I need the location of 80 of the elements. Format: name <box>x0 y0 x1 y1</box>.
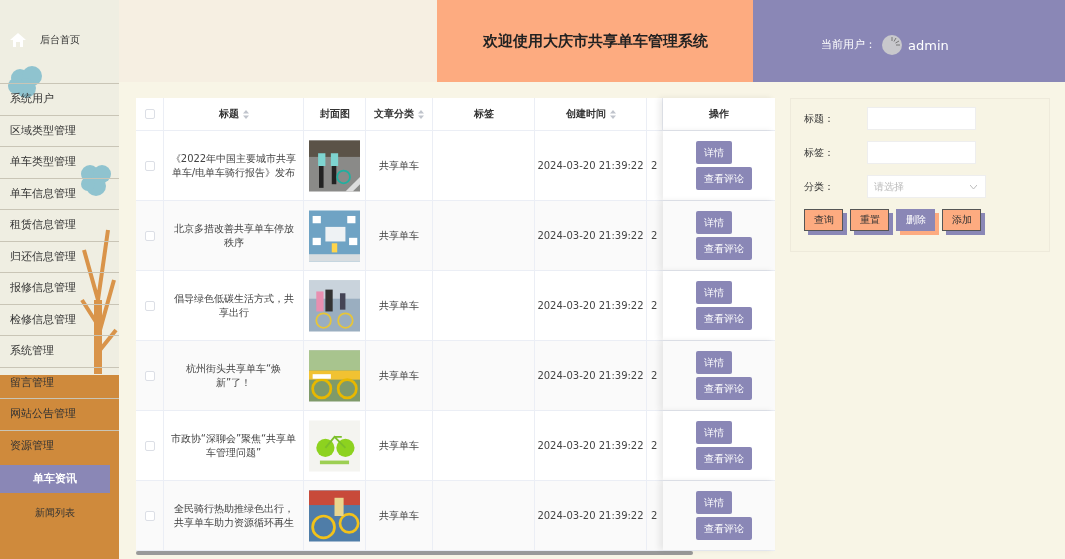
menu-item[interactable]: 归还信息管理 <box>0 240 119 272</box>
table-cell: 共享单车 <box>379 438 419 453</box>
menu-item[interactable]: 网站公告管理 <box>0 398 119 430</box>
menu-item[interactable]: 单车信息管理 <box>0 177 119 209</box>
field-label: 分类： <box>804 179 835 194</box>
input-field[interactable] <box>867 141 976 164</box>
detail-button[interactable]: 详情 <box>696 351 732 374</box>
column-header: 标签 <box>473 107 494 121</box>
column-header: 创建时间 <box>565 107 606 121</box>
menu-item[interactable]: 区域类型管理 <box>0 114 119 146</box>
cloud-drawing <box>81 165 111 196</box>
comments-button[interactable]: 查看评论 <box>696 377 752 400</box>
table-cell: 共享单车 <box>379 158 419 173</box>
checkbox[interactable] <box>144 300 155 311</box>
table-cell: 共享单车 <box>379 298 419 313</box>
menu-item[interactable]: 单车类型管理 <box>0 146 119 178</box>
comments-button[interactable]: 查看评论 <box>696 447 752 470</box>
menu-item[interactable]: 报修信息管理 <box>0 272 119 304</box>
user-label: 当前用户： <box>821 38 876 52</box>
table-cell: 《2022年中国主要城市共享单车/电单车骑行报告》发布 <box>169 151 298 180</box>
input-field[interactable] <box>867 107 976 130</box>
column-header: 封面图 <box>319 107 350 121</box>
menu-section[interactable]: 单车资讯 <box>0 465 110 493</box>
menu-item[interactable]: 系统管理 <box>0 335 119 367</box>
table-cell: 共享单车 <box>379 368 419 383</box>
avatar-icon <box>882 35 902 55</box>
menu-item[interactable]: 检修信息管理 <box>0 303 119 335</box>
menu-item[interactable]: 系统用户 <box>0 83 119 115</box>
checkbox[interactable] <box>144 109 155 119</box>
table-cell: 共享单车 <box>379 508 419 523</box>
table-cell: 2 <box>651 160 658 171</box>
table-cell: 2 <box>651 510 658 521</box>
chevron-icon <box>970 184 977 189</box>
table-cell: 2 <box>651 230 658 241</box>
table-cell: 2024-03-20 21:39:22 <box>537 510 644 521</box>
checkbox[interactable] <box>144 160 155 171</box>
table-cell: 2024-03-20 21:39:22 <box>537 160 644 171</box>
detail-button[interactable]: 详情 <box>696 141 732 164</box>
checkbox[interactable] <box>144 440 155 451</box>
home-link[interactable]: 后台首页 <box>40 32 80 47</box>
detail-button[interactable]: 详情 <box>696 281 732 304</box>
column-header: 操作 <box>709 107 729 121</box>
comments-button[interactable]: 查看评论 <box>696 307 752 330</box>
table-cell-text: 全民骑行热助推绿色出行，共享单车助力资源循环再生 <box>172 501 295 530</box>
detail-button[interactable]: 详情 <box>696 211 732 234</box>
column-header: 标题 <box>218 107 239 121</box>
scrollbar[interactable] <box>136 551 693 555</box>
field-label: 标题： <box>804 111 835 126</box>
detail-button[interactable]: 详情 <box>696 421 732 444</box>
menu-item[interactable]: 租赁信息管理 <box>0 209 119 241</box>
checkbox[interactable] <box>144 230 155 241</box>
table-cell: 2024-03-20 21:39:22 <box>537 440 644 451</box>
table-cell-text: 杭州街头共享单车“焕新”了！ <box>184 361 283 390</box>
username: admin <box>908 37 949 53</box>
table-cell: 2 <box>651 440 658 451</box>
table-cell: 2 <box>651 300 658 311</box>
comments-button[interactable]: 查看评论 <box>696 167 752 190</box>
submenu-item[interactable]: 新闻列表 <box>0 503 110 523</box>
sort-icon[interactable] <box>242 109 249 119</box>
table-cell: 2024-03-20 21:39:22 <box>537 300 644 311</box>
checkbox[interactable] <box>144 370 155 381</box>
page-title: 欢迎使用大庆市共享单车管理系统 <box>437 0 753 82</box>
table-cell: 共享单车 <box>379 228 419 243</box>
comments-button[interactable]: 查看评论 <box>696 517 752 540</box>
table-cell-text: 北京多措改善共享单车停放秩序 <box>172 221 295 250</box>
table-cell: 市政协“深聊会”聚焦“共享单车管理问题” <box>169 431 298 460</box>
checkbox[interactable] <box>144 510 155 521</box>
field-label: 标签： <box>804 145 835 160</box>
menu-item[interactable]: 资源管理 <box>0 429 119 461</box>
sort-icon[interactable] <box>418 109 424 119</box>
table-cell: 2024-03-20 21:39:22 <box>537 370 644 381</box>
column-header: 文章分类 <box>374 107 414 121</box>
table-cell: 2024-03-20 21:39:22 <box>537 230 644 241</box>
sort-icon[interactable] <box>609 109 616 119</box>
comments-button[interactable]: 查看评论 <box>696 237 752 260</box>
home-icon <box>10 32 26 47</box>
menu-item[interactable]: 留言管理 <box>0 366 119 398</box>
table-cell-text: 倡导绿色低碳生活方式，共享出行 <box>172 291 295 320</box>
table-cell: 2 <box>651 370 658 381</box>
detail-button[interactable]: 详情 <box>696 491 732 514</box>
